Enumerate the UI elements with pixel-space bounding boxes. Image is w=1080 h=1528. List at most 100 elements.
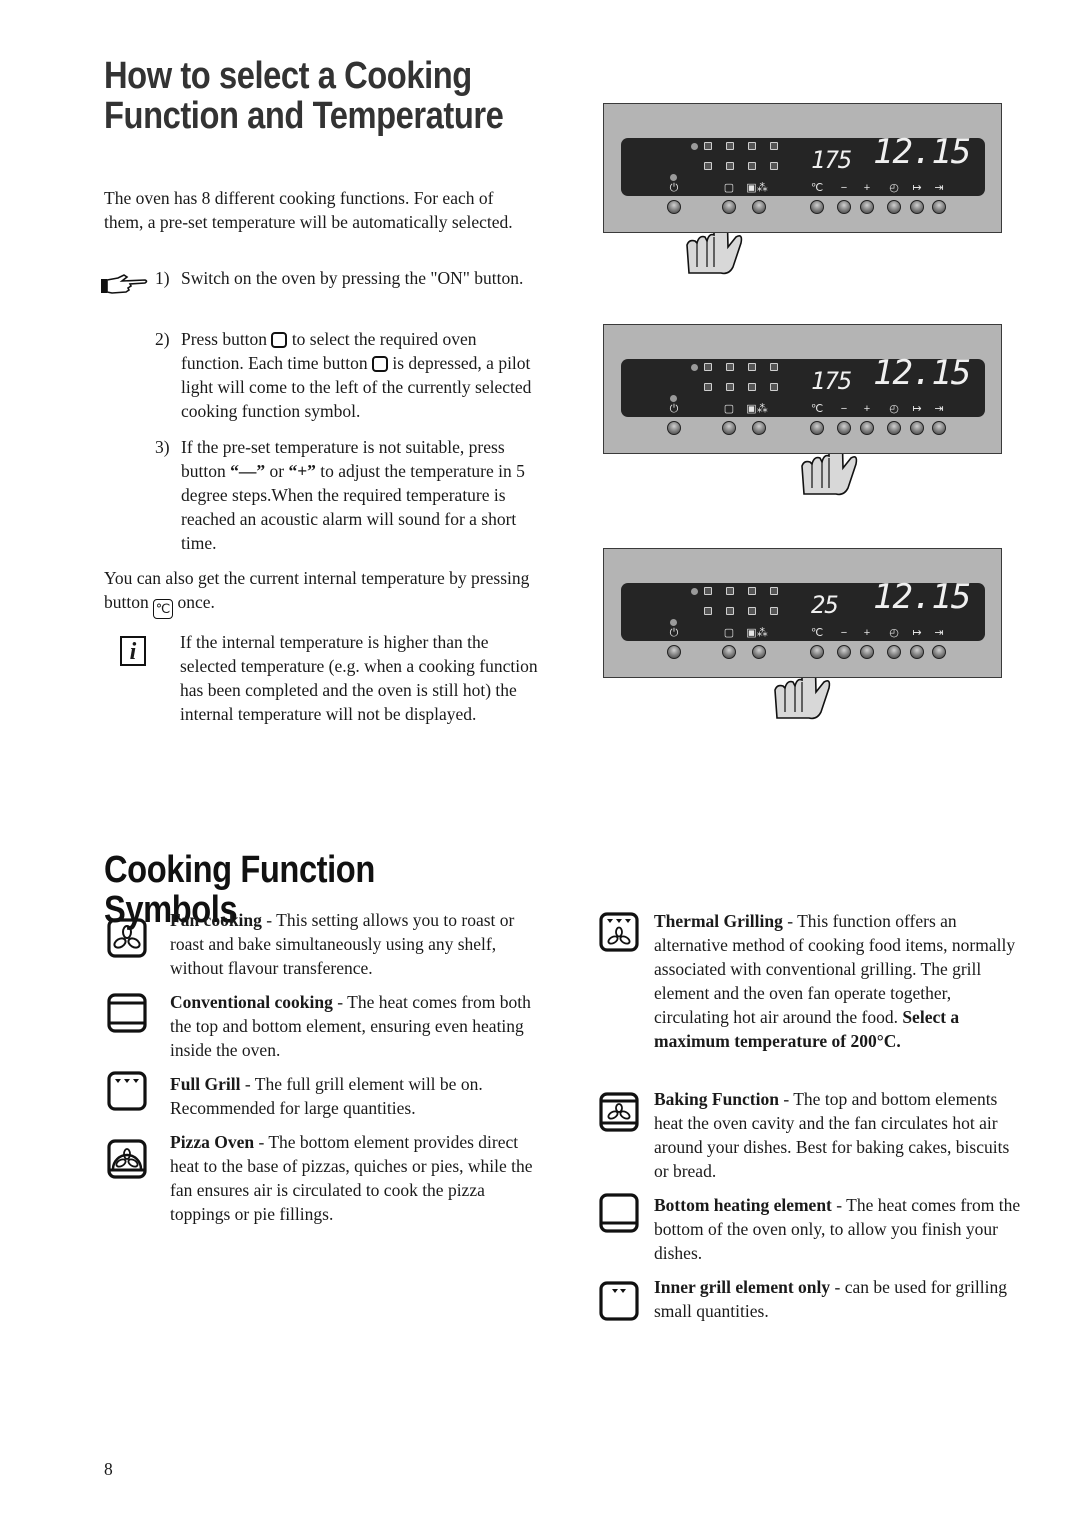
fan-cooking-icon	[107, 918, 147, 958]
bottom-heating-icon	[599, 1193, 639, 1233]
function-indicator-icon	[770, 587, 778, 595]
minus-label-icon: −	[840, 403, 848, 415]
title-line-2: Function and Temperature	[104, 95, 504, 137]
on-indicator-light	[670, 395, 677, 402]
minus-button[interactable]	[837, 645, 851, 659]
function-button[interactable]	[722, 200, 736, 214]
fan-light-button[interactable]	[752, 421, 766, 435]
on-label-icon: ⏻	[669, 627, 679, 639]
function-button-icon	[271, 332, 288, 348]
plus-button[interactable]	[860, 200, 874, 214]
symbol-fan-cooking: Fan cooking - This setting allows you to…	[170, 908, 540, 980]
fan-light-label-icon: ▣⁂	[746, 403, 768, 415]
full-grill-icon	[107, 1071, 147, 1111]
end-time-button[interactable]	[932, 200, 946, 214]
function-indicator-icon	[770, 607, 778, 615]
symbol-name: Conventional cooking	[170, 992, 333, 1012]
step-number: 2)	[155, 329, 170, 349]
duration-button[interactable]	[910, 200, 924, 214]
step-2: 2) Press button to select the required o…	[155, 327, 540, 423]
fan-light-label-icon: ▣⁂	[746, 182, 768, 194]
pizza-oven-icon	[107, 1139, 147, 1179]
function-indicator-icon	[726, 607, 734, 615]
on-indicator-light	[670, 619, 677, 626]
conventional-cooking-icon	[107, 993, 147, 1033]
symbol-pizza-oven: Pizza Oven - The bottom element provides…	[170, 1130, 540, 1226]
function-indicator-icon	[748, 607, 756, 615]
on-button[interactable]	[667, 645, 681, 659]
function-indicator-icon	[726, 383, 734, 391]
panel-display: 25 12.15 ⏻ ▢ ▣⁂ ℃ − + ◴ ↦ ⇥	[621, 580, 985, 641]
minus-button[interactable]	[837, 200, 851, 214]
function-indicator-icon	[704, 142, 712, 150]
function-indicator-icon	[770, 383, 778, 391]
fan-light-button[interactable]	[752, 200, 766, 214]
inner-grill-icon	[599, 1281, 639, 1321]
temperature-button[interactable]	[810, 645, 824, 659]
temp-label-icon: ℃	[810, 403, 824, 415]
end-time-button[interactable]	[932, 421, 946, 435]
page-number: 8	[104, 1459, 113, 1479]
fan-light-button[interactable]	[752, 645, 766, 659]
internal-temp-text: once.	[177, 592, 215, 612]
duration-label-icon: ↦	[912, 403, 922, 415]
title-line-1: How to select a Cooking	[104, 55, 472, 97]
duration-button[interactable]	[910, 645, 924, 659]
duration-button[interactable]	[910, 421, 924, 435]
step-number: 3)	[155, 437, 170, 457]
temperature-button[interactable]	[810, 200, 824, 214]
minus-symbol: “—”	[230, 461, 266, 481]
symbol-baking-function: Baking Function - The top and bottom ele…	[654, 1087, 1024, 1183]
step-number: 1)	[155, 268, 170, 288]
step-1: 1) Switch on the oven by pressing the "O…	[155, 266, 535, 290]
on-button[interactable]	[667, 421, 681, 435]
step-text-part: Press button	[181, 329, 268, 349]
symbol-name: Pizza Oven	[170, 1132, 255, 1152]
function-button[interactable]	[722, 645, 736, 659]
symbol-name: Full Grill	[170, 1074, 241, 1094]
function-indicator-icon	[704, 383, 712, 391]
symbol-thermal-grilling: Thermal Grilling - This function offers …	[654, 909, 1019, 1053]
temperature-readout: 175	[811, 146, 852, 174]
function-indicator-icon	[704, 587, 712, 595]
pilot-light	[691, 588, 698, 595]
symbol-name: Fan cooking	[170, 910, 262, 930]
function-indicator-icon	[748, 587, 756, 595]
plus-label-icon: +	[863, 627, 871, 639]
info-icon: i	[120, 636, 146, 666]
symbol-full-grill: Full Grill - The full grill element will…	[170, 1072, 540, 1120]
clock-button[interactable]	[887, 645, 901, 659]
clock-label-icon: ◴	[889, 627, 899, 639]
clock-button[interactable]	[887, 200, 901, 214]
temp-label-icon: ℃	[810, 627, 824, 639]
minus-label-icon: −	[840, 182, 848, 194]
panel-display: 175 12.15 ⏻ ▢ ▣⁂ ℃ − + ◴ ↦ ⇥	[621, 132, 985, 196]
thermal-grilling-icon	[599, 912, 639, 952]
oven-control-panel: 175 12.15 ⏻ ▢ ▣⁂ ℃ − + ◴ ↦ ⇥	[603, 103, 1002, 233]
symbol-name: Thermal Grilling	[654, 911, 783, 931]
temp-label-icon: ℃	[810, 182, 824, 194]
on-label-icon: ⏻	[669, 403, 679, 415]
plus-button[interactable]	[860, 421, 874, 435]
baking-function-icon	[599, 1092, 639, 1132]
end-label-icon: ⇥	[934, 627, 944, 639]
clock-button[interactable]	[887, 421, 901, 435]
on-button[interactable]	[667, 200, 681, 214]
function-indicator-icon	[748, 162, 756, 170]
function-button[interactable]	[722, 421, 736, 435]
temperature-readout: 25	[811, 591, 839, 619]
end-time-button[interactable]	[932, 645, 946, 659]
minus-label-icon: −	[840, 627, 848, 639]
plus-button[interactable]	[860, 645, 874, 659]
minus-button[interactable]	[837, 421, 851, 435]
clock-readout: 12.15	[873, 132, 971, 172]
step-text: If the pre-set temperature is not suitab…	[181, 435, 540, 555]
symbol-inner-grill: Inner grill element only - can be used f…	[654, 1275, 1024, 1323]
temperature-button[interactable]	[810, 421, 824, 435]
symbol-name: Baking Function	[654, 1089, 779, 1109]
internal-temp-paragraph: You can also get the current internal te…	[104, 566, 534, 619]
oven-control-panel: 25 12.15 ⏻ ▢ ▣⁂ ℃ − + ◴ ↦ ⇥	[603, 548, 1002, 678]
step-3: 3) If the pre-set temperature is not sui…	[155, 435, 540, 555]
symbol-bottom-heating: Bottom heating element - The heat comes …	[654, 1193, 1024, 1265]
function-indicator-icon	[748, 142, 756, 150]
